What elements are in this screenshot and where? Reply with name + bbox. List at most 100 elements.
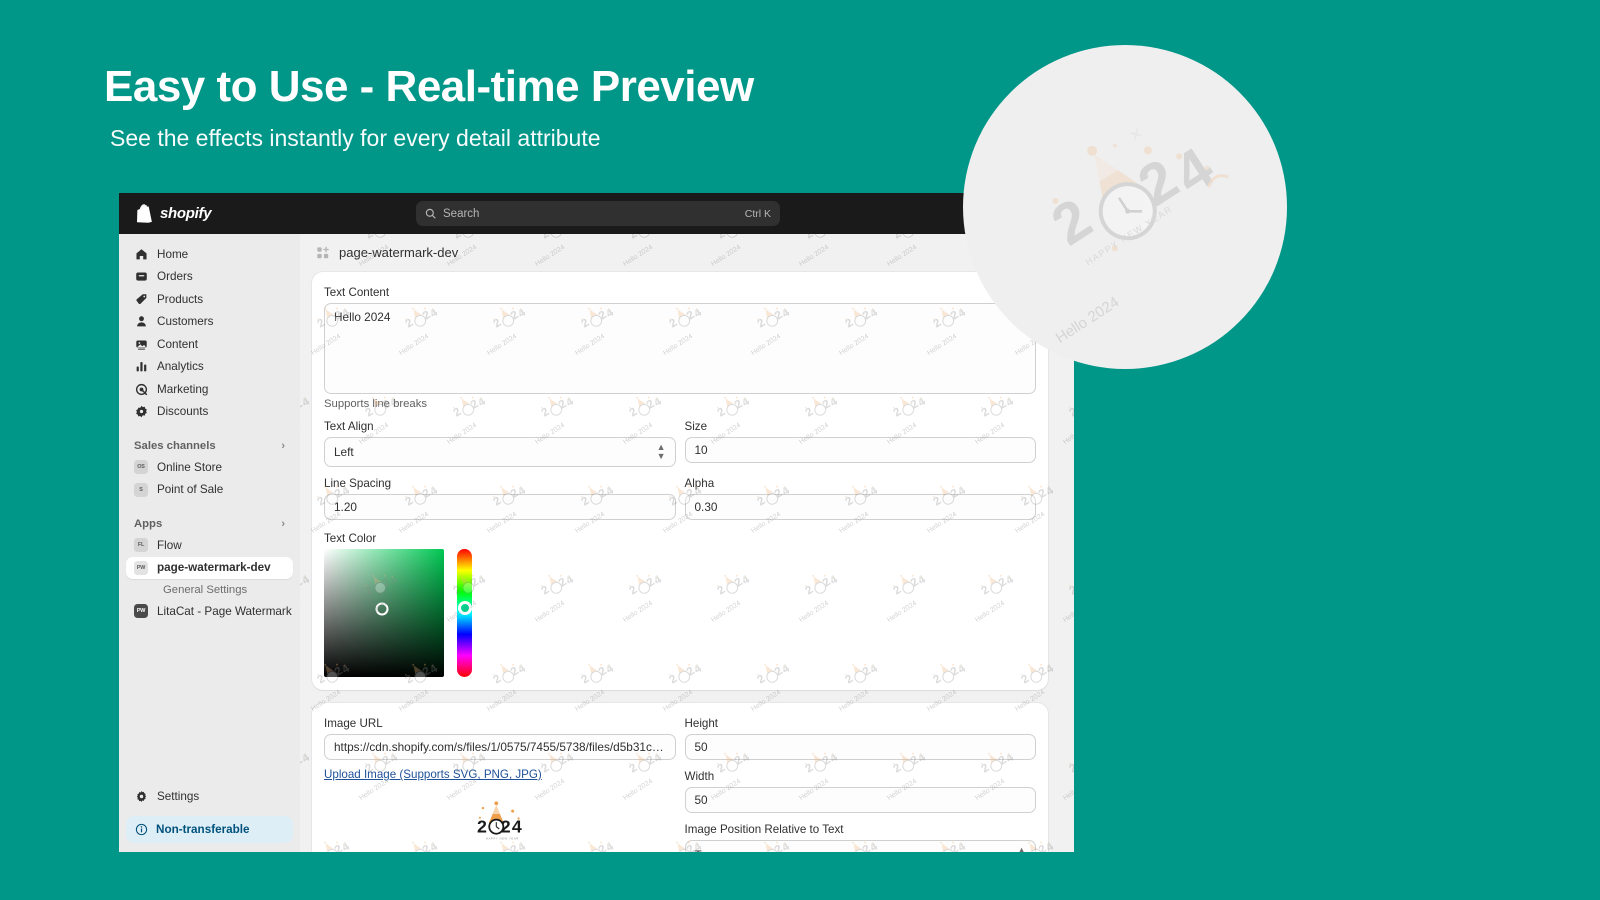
zoom-circle-watermark-art: 2 2 4 HAPPY NEW YEAR Hello 2024: [983, 75, 1266, 347]
sidebar-item-online-store[interactable]: OS Online Store: [126, 456, 293, 479]
sidebar-section-apps[interactable]: Apps ›: [126, 513, 293, 534]
size-value: 10: [694, 443, 708, 457]
svg-text:HAPPY NEW YEAR: HAPPY NEW YEAR: [486, 836, 519, 840]
sidebar-item-label: Online Store: [157, 460, 222, 474]
shopify-logo[interactable]: shopify: [137, 204, 212, 223]
flow-app-icon: FL: [134, 538, 148, 553]
size-input[interactable]: 10: [684, 437, 1036, 463]
svg-text:2: 2: [1040, 186, 1102, 258]
image-right-column: Height 50 Width 50 Image Position Relati…: [684, 717, 1036, 852]
sidebar-item-discounts[interactable]: Discounts: [126, 401, 293, 424]
sidebar-item-point-of-sale[interactable]: S Point of Sale: [126, 479, 293, 502]
marketing-target-icon: [134, 382, 148, 396]
page-title: page-watermark-dev: [339, 245, 459, 260]
point-of-sale-badge: S: [134, 482, 148, 497]
sidebar-item-label: Home: [157, 247, 189, 261]
watermark-tile: 224 Hello 2024: [1055, 383, 1074, 446]
svg-text:2: 2: [627, 234, 639, 242]
upload-image-link[interactable]: Upload Image (Supports SVG, PNG, JPG): [324, 768, 542, 781]
products-tag-icon: [134, 292, 148, 306]
customers-person-icon: [134, 315, 148, 329]
sidebar-item-flow[interactable]: FL Flow: [126, 534, 293, 557]
section-label: Sales channels: [134, 439, 216, 452]
analytics-bars-icon: [134, 360, 148, 374]
sidebar-item-label: LitaCat - Page Watermark: [157, 604, 292, 618]
shopify-admin-window: shopify Search Ctrl K Quic: [119, 193, 1074, 852]
sidebar-item-page-watermark-dev[interactable]: PW page-watermark-dev: [126, 556, 293, 579]
non-transferable-banner[interactable]: Non-transferable: [126, 816, 293, 843]
image-position-select[interactable]: Top ▲▼: [684, 840, 1036, 852]
sidebar-section-sales-channels[interactable]: Sales channels ›: [126, 435, 293, 456]
svg-text:2: 2: [1067, 583, 1074, 597]
svg-text:2: 2: [300, 575, 305, 589]
image-url-input[interactable]: https://cdn.shopify.com/s/files/1/0575/7…: [324, 734, 676, 760]
sidebar-item-analytics[interactable]: Analytics: [126, 356, 293, 379]
width-label: Width: [684, 770, 715, 783]
sidebar-footer: Settings Non-transferable: [126, 786, 293, 853]
text-align-field: Text Align Left ▲ ▼: [324, 420, 676, 467]
svg-text:2: 2: [803, 234, 815, 242]
text-color-label: Text Color: [324, 532, 377, 545]
top-bar: shopify Search Ctrl K Quic: [119, 193, 1074, 234]
sidebar-item-label: Content: [157, 337, 198, 351]
non-transferable-label: Non-transferable: [156, 823, 250, 836]
info-circle-icon: [135, 823, 148, 836]
height-input[interactable]: 50: [684, 734, 1036, 760]
search-placeholder: Search: [443, 207, 480, 220]
zoom-circle: 2 2 4 HAPPY NEW YEAR Hello 2024: [963, 45, 1287, 369]
hue-slider-handle[interactable]: [457, 600, 472, 615]
promo-subtitle: See the effects instantly for every deta…: [110, 125, 601, 152]
hue-slider[interactable]: [457, 549, 472, 677]
sidebar-item-orders[interactable]: Orders: [126, 266, 293, 289]
chevron-updown-icon: ▲▼: [656, 442, 666, 461]
text-align-select[interactable]: Left ▲ ▼: [324, 437, 676, 467]
alpha-field: Alpha 0.30: [684, 477, 1036, 520]
width-input[interactable]: 50: [684, 787, 1036, 813]
litacat-app-badge: PW: [134, 604, 148, 619]
sidebar-item-label: Products: [157, 292, 204, 306]
sidebar-item-settings[interactable]: Settings: [126, 786, 293, 809]
thumbnail-2024-icon: 2 2 4 HAPPY NEW YEAR: [477, 800, 522, 840]
alpha-input[interactable]: 0.30: [684, 494, 1036, 520]
point-of-sale-icon: S: [134, 482, 148, 497]
sidebar-item-marketing[interactable]: Marketing: [126, 378, 293, 401]
text-align-label: Text Align: [324, 420, 374, 433]
chevron-right-icon: ›: [281, 517, 285, 530]
search-input[interactable]: Search Ctrl K: [416, 201, 780, 226]
svg-text:2: 2: [715, 234, 727, 242]
saturation-value-handle[interactable]: [375, 602, 389, 616]
shopify-wordmark: shopify: [160, 205, 212, 222]
text-content-textarea[interactable]: Hello 2024: [324, 303, 1036, 394]
search-icon: [425, 208, 436, 219]
sidebar-item-label: Analytics: [157, 360, 204, 374]
litacat-app-icon: PW: [134, 604, 148, 619]
saturation-value-square[interactable]: [324, 549, 444, 677]
image-url-value: https://cdn.shopify.com/s/files/1/0575/7…: [334, 740, 666, 754]
gear-icon: [134, 790, 148, 804]
main-content: page-watermark-dev Text Content Hello 20…: [300, 234, 1074, 852]
shopify-bag-icon: [137, 204, 152, 223]
sidebar-item-label: Customers: [157, 315, 214, 329]
image-position-value: Top: [695, 848, 714, 852]
image-url-label: Image URL: [324, 717, 383, 730]
sidebar-item-products[interactable]: Products: [126, 288, 293, 311]
sidebar-item-label: Flow: [157, 538, 182, 552]
svg-text:2: 2: [300, 397, 305, 411]
window-body: Home Orders Products Customers Content A…: [119, 234, 1074, 852]
svg-text:2: 2: [477, 816, 487, 836]
svg-text:4: 4: [300, 573, 312, 588]
sidebar-item-litacat-page-watermark[interactable]: PW LitaCat - Page Watermark: [126, 600, 293, 623]
orders-inbox-icon: [134, 270, 148, 284]
sidebar-item-content[interactable]: Content: [126, 333, 293, 356]
sidebar-subitem-general-settings[interactable]: General Settings: [126, 579, 293, 600]
image-preview-thumbnail[interactable]: 2 2 4 HAPPY NEW YEAR: [470, 792, 529, 847]
watermark-image-icon: 224: [1067, 761, 1074, 775]
sidebar-item-home[interactable]: Home: [126, 243, 293, 266]
svg-text:2: 2: [1067, 761, 1074, 775]
svg-text:2: 2: [363, 234, 375, 242]
svg-text:2: 2: [891, 234, 903, 242]
section-label: Apps: [134, 517, 163, 530]
online-store-icon: OS: [134, 460, 148, 475]
line-spacing-input[interactable]: 1.20: [324, 494, 676, 520]
sidebar-item-customers[interactable]: Customers: [126, 311, 293, 334]
